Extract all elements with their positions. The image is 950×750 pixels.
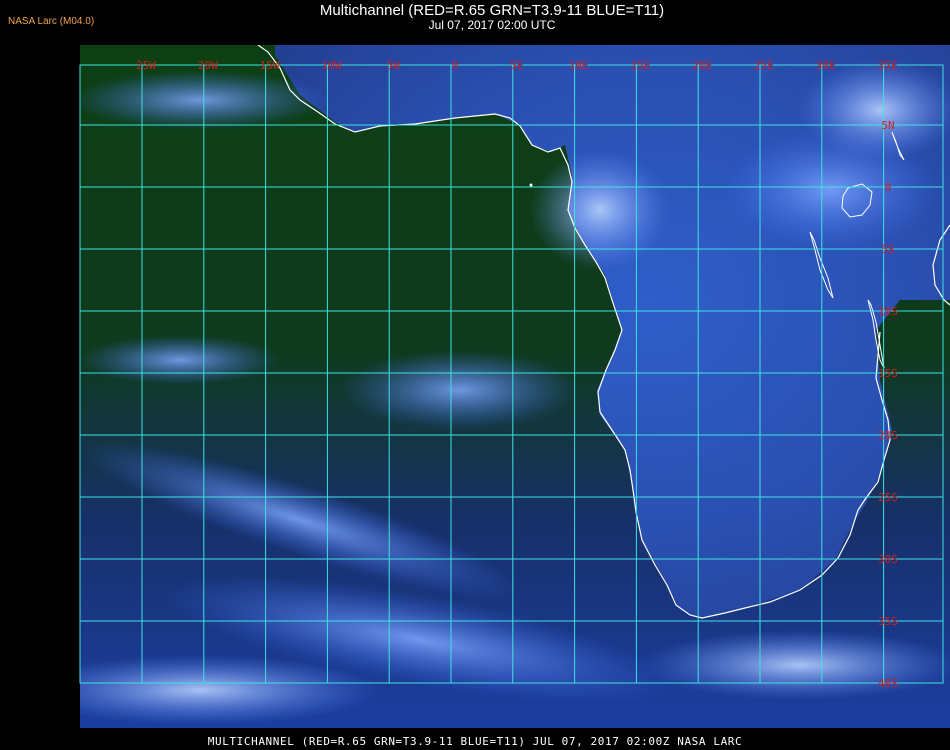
longitude-label: 0 [452,59,459,72]
longitude-label: 25E [754,59,774,72]
latitude-label: 5S [881,243,894,256]
footer-caption: MULTICHANNEL (RED=R.65 GRN=T3.9-11 BLUE=… [207,735,743,748]
cloud-band [80,335,280,385]
cloud-band [80,70,330,130]
longitude-label: 20E [692,59,712,72]
island-marker [529,183,533,187]
satellite-map: 25W 20W 15W 10W 5W 0 5E 10E 15E 20E 25E 30E 35E 5N 0 5S… [79,45,950,728]
longitude-label: 10W [321,59,341,72]
cloud-band [530,150,670,270]
longitude-label: 20W [198,59,218,72]
latitude-label: 0 [885,181,892,194]
longitude-label: 30E [816,59,836,72]
cloud-band [340,350,580,430]
longitude-label: 5W [387,59,401,72]
longitude-label: 35E [878,59,898,72]
latitude-label: 40S [878,677,898,690]
latitude-label: 15S [878,367,898,380]
latitude-label: 10S [878,305,898,318]
latitude-label: 30S [878,553,898,566]
longitude-label: 10E [569,59,589,72]
latitude-label: 35S [878,615,898,628]
longitude-label: 15E [630,59,650,72]
latitude-label: 20S [878,429,898,442]
imagery-layer [80,45,950,728]
longitude-label: 15W [260,59,280,72]
longitude-label: 25W [136,59,156,72]
latitude-label: 5N [881,119,894,132]
latitude-label: 25S [878,491,898,504]
cloud-band [640,630,950,700]
longitude-label: 5E [510,59,523,72]
cloud-band [80,655,380,725]
